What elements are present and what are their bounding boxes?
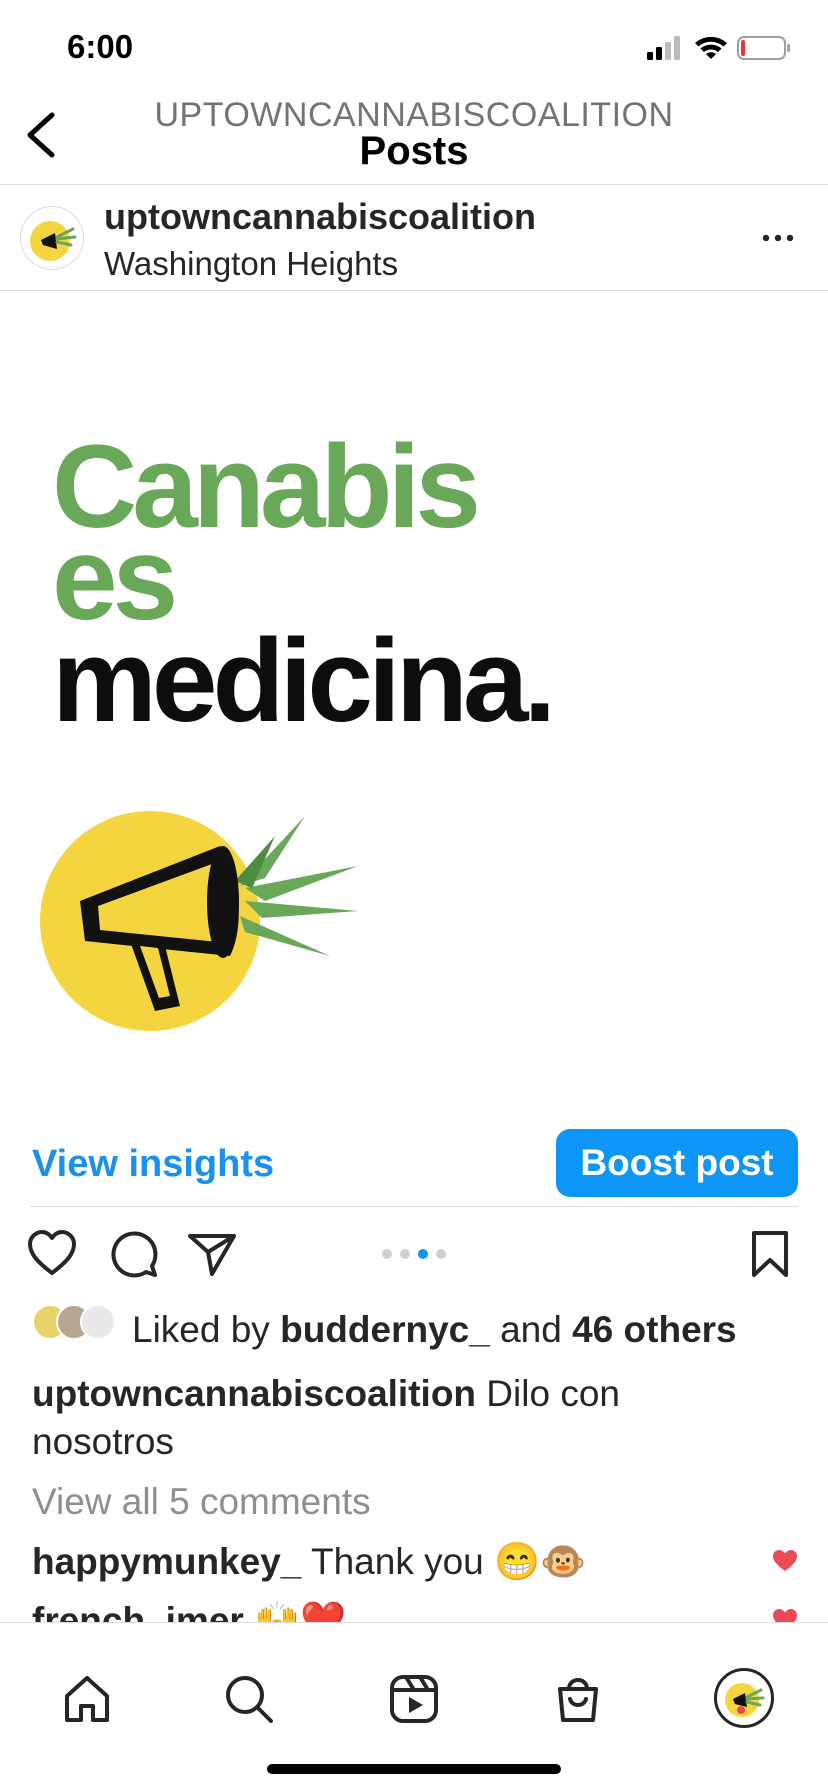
liked-by-middle: and	[489, 1309, 573, 1350]
header-divider	[0, 184, 828, 185]
carousel-dot	[436, 1249, 446, 1259]
liked-by-others[interactable]: 46 others	[572, 1309, 737, 1350]
home-indicator	[267, 1764, 561, 1774]
page-title: Posts	[359, 129, 469, 173]
save-button[interactable]	[744, 1228, 796, 1280]
caption-username[interactable]: uptowncannabiscoalition	[32, 1373, 476, 1414]
liker-avatar	[80, 1304, 116, 1340]
like-button[interactable]	[26, 1228, 78, 1280]
post-avatar[interactable]	[20, 206, 84, 270]
status-indicators	[647, 36, 790, 60]
comment-icon	[111, 1231, 158, 1278]
boost-post-button[interactable]: Boost post	[556, 1129, 798, 1197]
liker-avatars[interactable]	[32, 1304, 122, 1340]
comment-like-button[interactable]	[772, 1549, 798, 1573]
post-location[interactable]: Washington Heights	[104, 245, 398, 283]
coalition-logo-icon	[30, 221, 77, 261]
post-image[interactable]: Canabis es medicina.	[0, 292, 828, 1092]
shop-icon	[558, 1678, 598, 1722]
insights-divider	[30, 1206, 798, 1207]
liked-by-user[interactable]: buddernyc_	[280, 1309, 490, 1350]
megaphone-cannabis-logo	[40, 811, 358, 1031]
wifi-icon	[695, 36, 727, 59]
carousel-dot-active	[418, 1249, 428, 1259]
share-icon	[188, 1234, 236, 1276]
tab-reels[interactable]	[387, 1672, 441, 1726]
share-button[interactable]	[186, 1228, 238, 1280]
tab-bar-divider	[0, 1622, 828, 1623]
heart-icon	[28, 1230, 76, 1275]
battery-icon	[737, 36, 790, 60]
carousel-dot	[400, 1249, 410, 1259]
reels-icon	[390, 1675, 438, 1723]
comment-text: Thank you 😁🐵	[301, 1541, 587, 1582]
tab-profile[interactable]	[714, 1668, 774, 1728]
search-icon	[226, 1676, 273, 1723]
post-caption: uptowncannabiscoalition Dilo con nosotro…	[32, 1370, 772, 1466]
profile-icon	[725, 1683, 765, 1717]
comment-username[interactable]: happymunkey_	[32, 1541, 301, 1582]
post-header-divider	[0, 290, 828, 291]
home-icon	[65, 1676, 109, 1722]
more-options-button[interactable]	[758, 228, 798, 248]
liked-by-text[interactable]: Liked by buddernyc_ and 46 others	[132, 1309, 737, 1351]
tab-home[interactable]	[60, 1672, 114, 1726]
tab-search[interactable]	[222, 1672, 276, 1726]
status-icons	[647, 34, 792, 62]
carousel-indicator	[378, 1246, 450, 1259]
carousel-dot	[382, 1249, 392, 1259]
view-all-comments-link[interactable]: View all 5 comments	[32, 1481, 371, 1523]
status-time: 6:00	[67, 28, 134, 65]
liked-by-prefix: Liked by	[132, 1309, 281, 1350]
post-username[interactable]: uptowncannabiscoalition	[104, 196, 536, 238]
image-text-line3: medicina.	[52, 615, 556, 747]
comment-item: happymunkey_ Thank you 😁🐵	[32, 1541, 586, 1584]
bookmark-icon	[752, 1231, 788, 1277]
comment-button[interactable]	[108, 1228, 160, 1280]
signal-icon	[647, 36, 680, 60]
view-insights-link[interactable]: View insights	[32, 1143, 274, 1186]
notification-dot	[737, 1706, 745, 1714]
tab-shop[interactable]	[551, 1672, 605, 1726]
ellipsis-icon	[762, 234, 794, 242]
heart-filled-icon	[773, 1550, 797, 1571]
